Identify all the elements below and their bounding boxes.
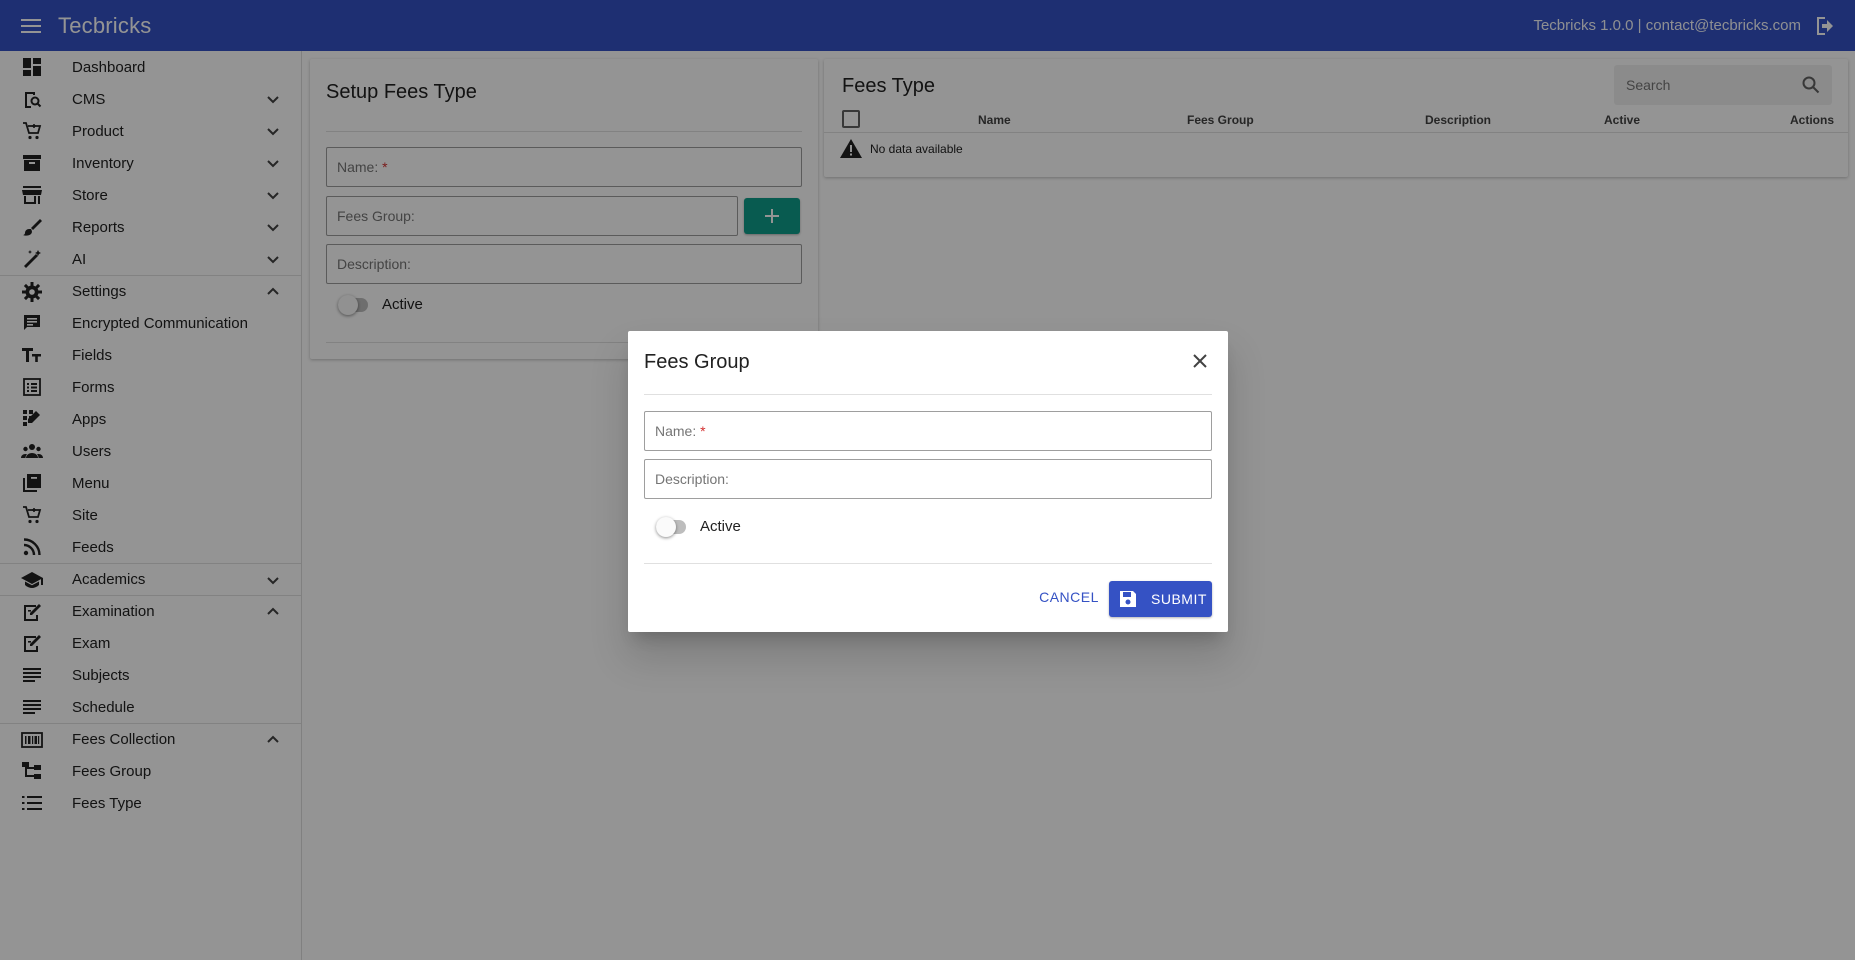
required-mark: * [700,423,706,439]
dialog-active-toggle[interactable] [656,517,686,537]
dialog-name-label: Name: [655,423,697,439]
submit-button[interactable]: SUBMIT [1109,581,1212,617]
submit-label: SUBMIT [1151,591,1207,607]
dialog-active-label: Active [700,518,741,535]
dialog-title: Fees Group [644,351,750,373]
dialog-name-field[interactable]: Name: * [644,411,1212,451]
save-icon [1119,590,1137,608]
close-icon[interactable] [1186,347,1214,375]
dialog-description-field[interactable]: Description: [644,459,1212,499]
divider [644,394,1212,395]
fees-group-dialog: Fees Group Name: * Description: Active C… [628,331,1228,632]
cancel-button[interactable]: CANCEL [1034,579,1104,615]
dialog-description-label: Description: [655,471,729,487]
divider [644,563,1212,564]
